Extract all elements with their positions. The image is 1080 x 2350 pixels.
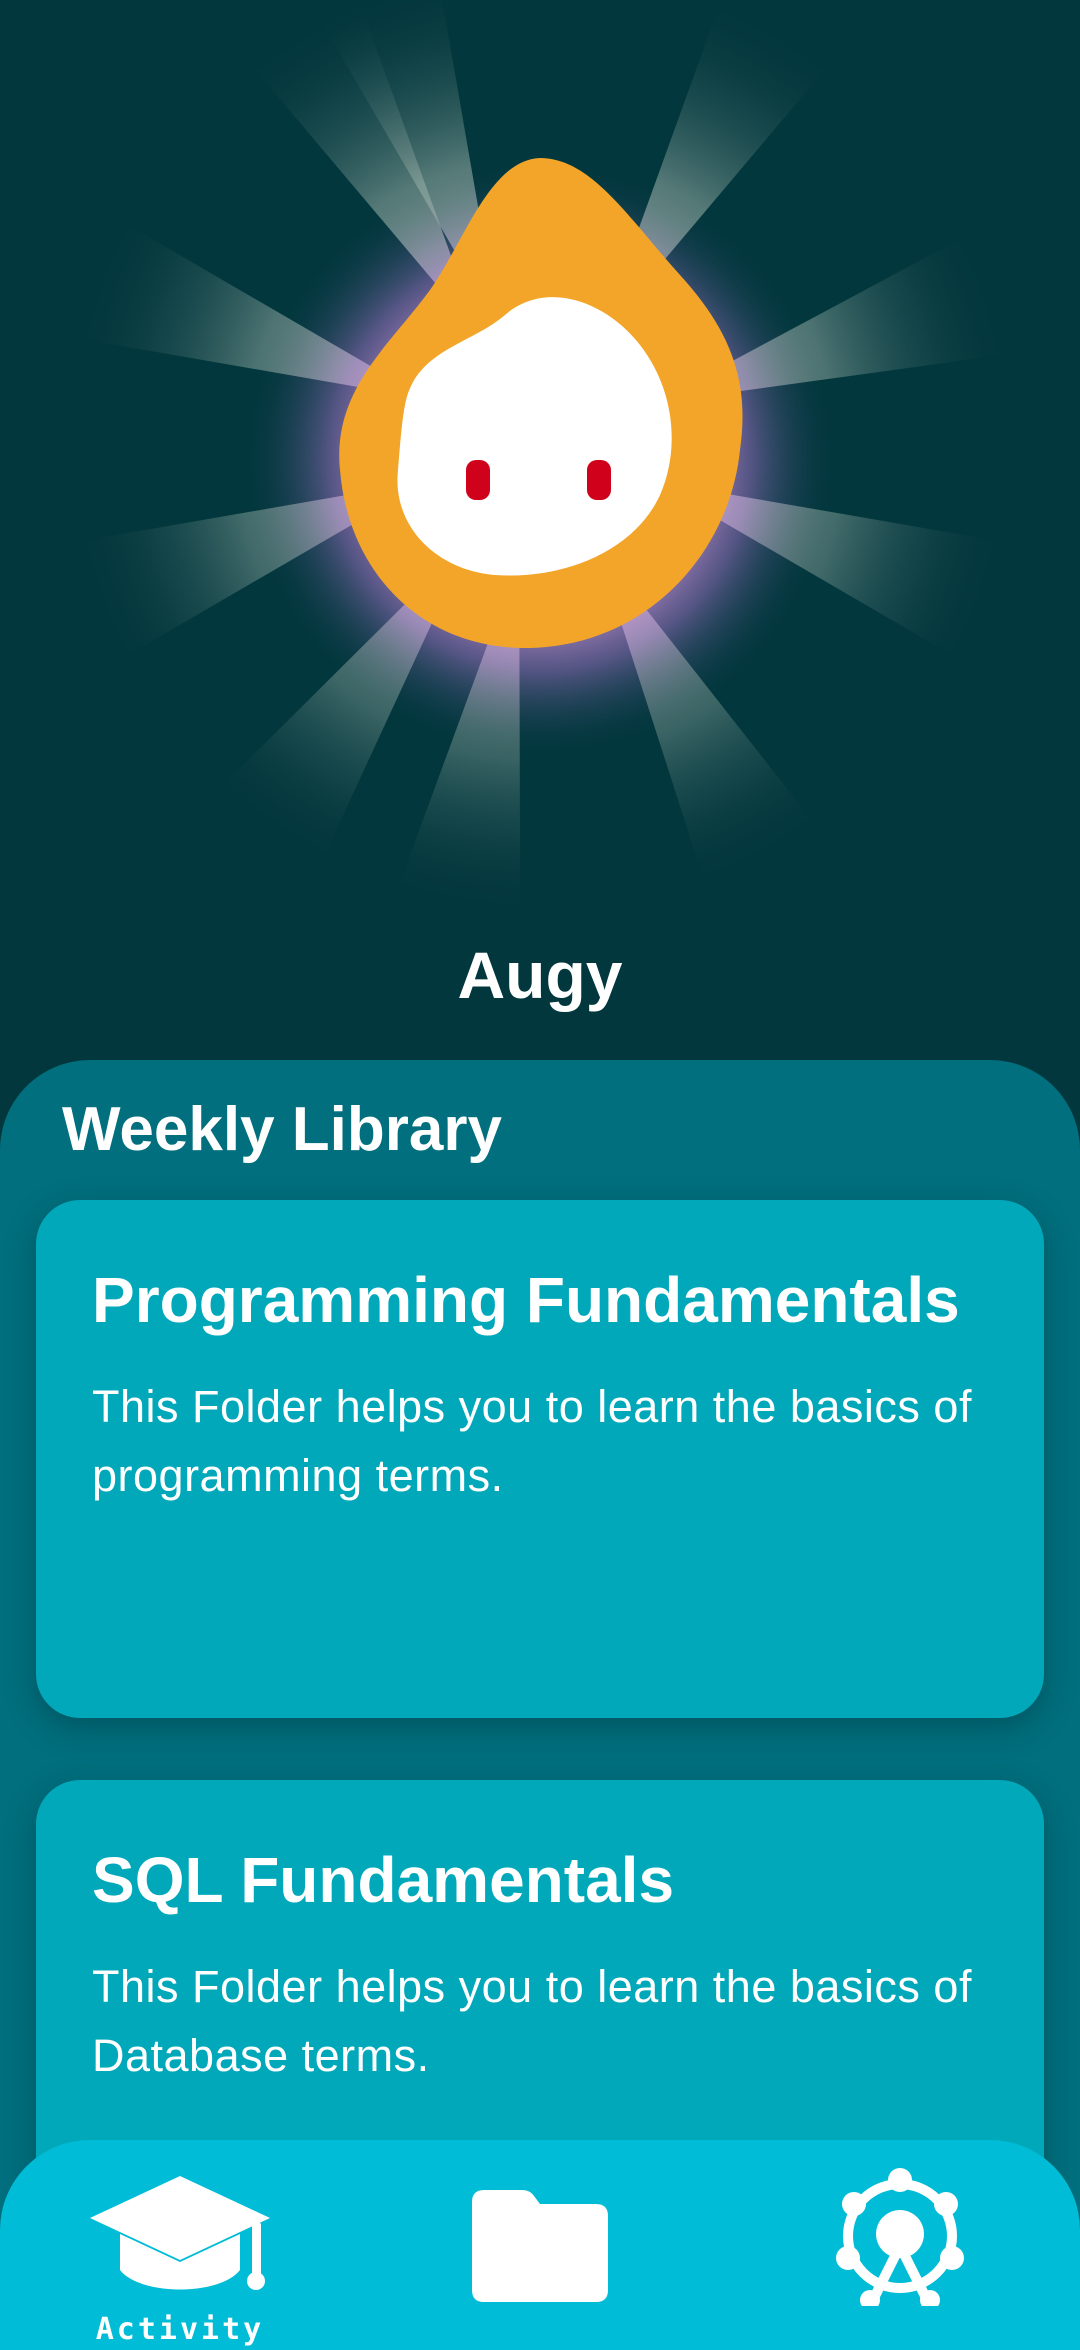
nav-label-activity: Activity xyxy=(95,2312,265,2347)
app-screen: Augy Weekly Library Programming Fundamen… xyxy=(0,0,1080,2350)
mascot-left-eye xyxy=(466,460,490,500)
nav-item-activity[interactable]: Activity xyxy=(80,2140,280,2350)
folder-description: This Folder helps you to learn the basic… xyxy=(92,1381,972,1501)
folder-card-programming-fundamentals[interactable]: Programming Fundamentals This Folder hel… xyxy=(36,1200,1044,1718)
nav-item-explore[interactable] xyxy=(800,2140,1000,2350)
folder-title: Programming Fundamentals xyxy=(92,1264,960,1336)
mascot-hero: Augy xyxy=(0,0,1080,1060)
ferris-wheel-icon xyxy=(836,2168,964,2306)
augy-mascot xyxy=(339,158,743,649)
character-name: Augy xyxy=(457,938,623,1012)
library-title: Weekly Library xyxy=(62,1095,502,1164)
graduation-cap-icon xyxy=(90,2176,270,2290)
folder-title: SQL Fundamentals xyxy=(92,1844,675,1916)
folder-icon xyxy=(472,2190,608,2302)
folder-description: This Folder helps you to learn the basic… xyxy=(92,1961,972,2081)
mascot-right-eye xyxy=(587,460,611,500)
bottom-nav: Activity xyxy=(0,2140,1080,2350)
nav-item-folders[interactable] xyxy=(440,2140,640,2350)
